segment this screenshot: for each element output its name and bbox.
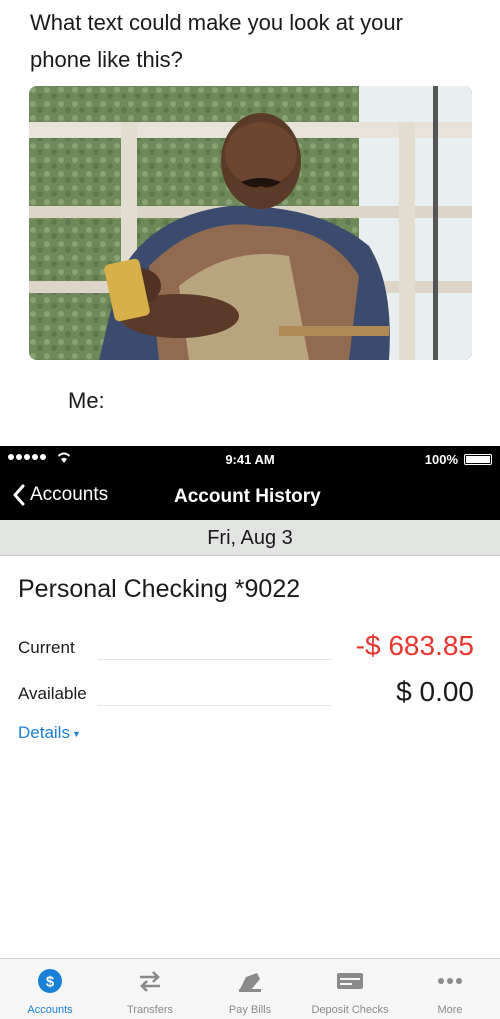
tab-bar: $ Accounts Transfers Pay Bills Deposit C…: [0, 958, 500, 1019]
available-balance-value: $ 0.00: [396, 676, 474, 707]
meme-caption: What text could make you look at your ph…: [30, 4, 470, 78]
current-balance-row: Current -$ 683.85: [18, 630, 482, 662]
available-label: Available: [18, 684, 87, 703]
details-label: Details: [18, 723, 70, 742]
back-button-label: Accounts: [30, 484, 109, 505]
back-button[interactable]: Accounts: [12, 484, 108, 506]
tab-more[interactable]: More: [400, 959, 500, 1019]
tab-deposit-checks[interactable]: Deposit Checks: [300, 959, 400, 1019]
meme-caption-line-2: phone like this?: [30, 47, 183, 72]
svg-text:$: $: [46, 974, 55, 991]
tab-label: Accounts: [27, 1004, 73, 1016]
tab-pay-bills[interactable]: Pay Bills: [200, 959, 300, 1019]
caret-down-icon: ▼: [71, 728, 81, 739]
chevron-left-icon: [13, 484, 25, 506]
dollar-icon: $: [36, 967, 64, 995]
tab-label: Pay Bills: [228, 1004, 272, 1016]
current-balance-value: -$ 683.85: [355, 630, 474, 661]
tab-label: Transfers: [126, 1004, 174, 1016]
tab-label: More: [437, 1004, 463, 1016]
battery-percent: 100%: [424, 452, 458, 467]
account-name: Personal Checking *9022: [18, 575, 301, 603]
current-label: Current: [18, 638, 75, 657]
status-bar: 9:41 AM 100%: [0, 446, 500, 472]
date-header: Fri, Aug 3: [0, 520, 500, 556]
tab-transfers[interactable]: Transfers: [100, 959, 200, 1019]
meme-caption-line-1: What text could make you look at your: [30, 10, 403, 35]
tab-accounts[interactable]: $ Accounts: [0, 959, 100, 1019]
tab-label: Deposit Checks: [311, 1004, 389, 1016]
more-icon: [436, 967, 464, 995]
check-icon: [336, 967, 364, 995]
meme-photo: [29, 86, 472, 360]
page-title: Account History: [174, 486, 321, 507]
transfer-arrows-icon: [136, 967, 164, 995]
available-balance-row: Available $ 0.00: [18, 676, 482, 708]
details-toggle[interactable]: Details ▼: [18, 723, 81, 743]
pay-bills-icon: [236, 967, 264, 995]
nav-bar: Accounts Account History: [0, 472, 500, 520]
battery-icon: [464, 454, 492, 465]
divider: [98, 659, 332, 660]
divider: [98, 705, 332, 706]
me-label: Me:: [68, 388, 105, 413]
